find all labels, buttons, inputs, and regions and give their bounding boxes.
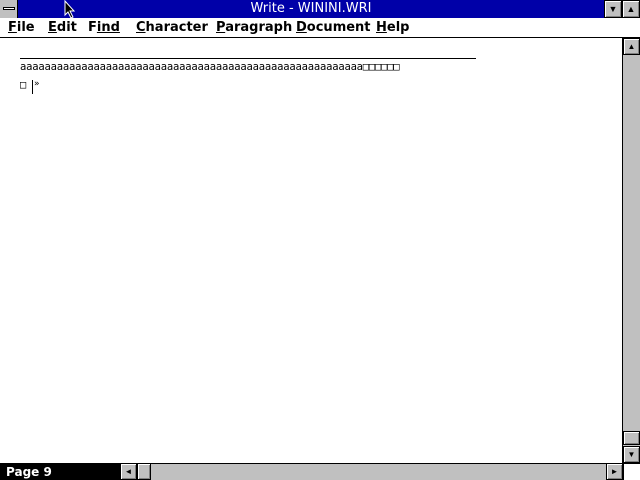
menu-file[interactable]: File xyxy=(8,19,35,37)
document-text-line-2[interactable]: □ xyxy=(20,79,26,91)
menu-find-first: F xyxy=(88,20,97,35)
status-bar: Page 9 ◄ ► xyxy=(0,463,640,480)
horizontal-scroll-thumb[interactable] xyxy=(137,463,151,480)
menu-edit-mnemonic: E xyxy=(48,20,57,35)
menu-help-rest: elp xyxy=(386,20,410,35)
menu-paragraph-mnemonic: P xyxy=(216,20,226,35)
menu-document-mnemonic: D xyxy=(296,20,307,35)
scroll-up-button[interactable]: ▲ xyxy=(623,38,640,55)
text-caret xyxy=(32,80,33,94)
system-menu-icon[interactable] xyxy=(0,0,18,18)
menu-file-mnemonic: F xyxy=(8,20,17,35)
scroll-right-button[interactable]: ► xyxy=(606,463,623,480)
menu-file-rest: ile xyxy=(16,20,35,35)
menu-character-rest: haracter xyxy=(145,20,208,35)
menu-bar: File Edit Find Character Paragraph Docum… xyxy=(0,18,640,38)
vertical-scroll-thumb[interactable] xyxy=(623,431,640,445)
scroll-left-button[interactable]: ◄ xyxy=(120,463,137,480)
menu-character-mnemonic: C xyxy=(136,20,146,35)
system-menu-bar-glyph xyxy=(3,7,15,10)
menu-paragraph[interactable]: Paragraph xyxy=(216,19,292,37)
menu-help-mnemonic: H xyxy=(376,20,387,35)
page-break-mark: » xyxy=(34,79,40,89)
menu-paragraph-rest: aragraph xyxy=(225,20,293,35)
scrollbar-corner xyxy=(623,464,640,480)
menu-document[interactable]: Document xyxy=(296,19,371,37)
document-text-line-1[interactable]: aaaaaaaaaaaaaaaaaaaaaaaaaaaaaaaaaaaaaaaa… xyxy=(20,61,400,73)
menu-find-rest: ind xyxy=(96,20,120,35)
menu-character[interactable]: Character xyxy=(136,19,208,37)
page-top-line xyxy=(20,58,476,59)
minimize-button[interactable]: ▼ xyxy=(604,0,622,18)
scroll-down-button[interactable]: ▼ xyxy=(623,446,640,463)
menu-find[interactable]: Find xyxy=(88,19,120,37)
title-bar: Write - WININI.WRI ▼ ▲ xyxy=(0,0,640,18)
menu-document-rest: ocument xyxy=(306,20,371,35)
menu-edit-rest: dit xyxy=(56,20,77,35)
maximize-button[interactable]: ▲ xyxy=(622,0,640,18)
document-area[interactable]: aaaaaaaaaaaaaaaaaaaaaaaaaaaaaaaaaaaaaaaa… xyxy=(0,39,622,463)
menu-help[interactable]: Help xyxy=(376,19,409,37)
page-indicator: Page 9 xyxy=(0,464,120,480)
vertical-scrollbar[interactable]: ▲ ▼ xyxy=(622,38,640,463)
window-title: Write - WININI.WRI xyxy=(250,1,372,16)
mouse-pointer-icon xyxy=(64,0,76,19)
menu-edit[interactable]: Edit xyxy=(48,19,77,37)
